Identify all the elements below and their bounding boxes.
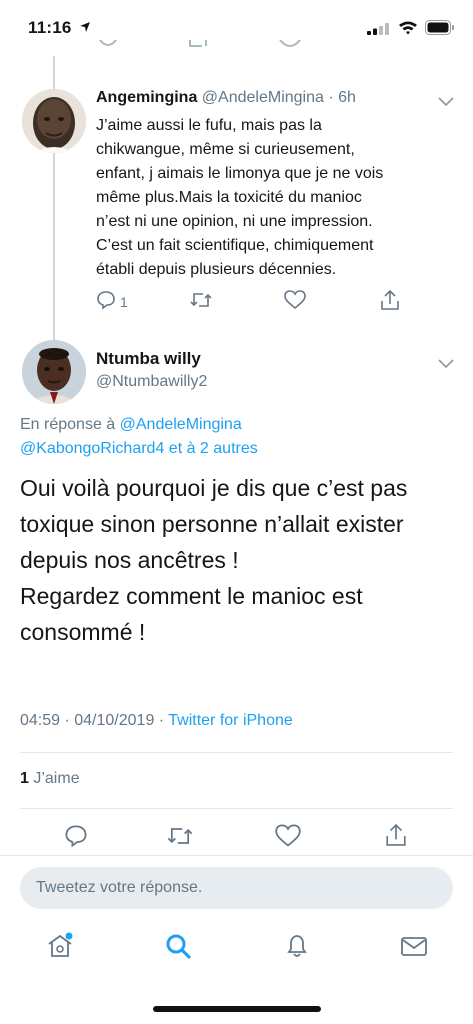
tweet-text-line: toxique sinon personne n’allait exister [20,511,404,537]
share-button[interactable] [385,822,407,851]
author-name[interactable]: Ntumba willy [96,349,201,369]
thread-connector-line [53,152,55,340]
tweet-text: Oui voilà pourquoi je dis que c’est pas … [20,470,460,650]
tweet-text-line: consommé ! [20,619,146,645]
divider [20,808,453,809]
notifications-icon [283,935,311,964]
replying-to-label: En réponse à [20,416,120,433]
reply-composer-bar: Tweetez votre réponse. [0,855,473,917]
cellular-signal-icon [367,22,389,40]
tweet-text-line: depuis nos ancêtres ! [20,547,239,573]
tweet-header: Angemingina @AndeleMingina · 6h [96,89,356,107]
tweet-text-line: Regardez comment le manioc est [20,583,363,609]
tweet-text-line: enfant, j aimais le limonya que je ne vo… [96,165,384,182]
tab-search[interactable] [164,932,192,965]
replying-to: En réponse à @AndeleMingina @KabongoRich… [20,413,258,461]
mention-link[interactable]: @KabongoRichard4 [20,440,164,457]
divider [20,752,453,753]
status-time: 11:16 [28,18,72,37]
tweet-text-line: même plus.Mais la toxicité du manioc [96,189,362,206]
author-handle[interactable]: @AndeleMingina [202,89,324,106]
share-icon [385,822,407,851]
reply-button[interactable] [64,824,88,851]
others-link[interactable]: et à 2 autres [164,440,258,457]
like-button[interactable] [284,290,306,313]
messages-icon [400,937,428,964]
home-indicator[interactable] [153,1006,321,1012]
reply-button[interactable]: 1 [96,290,128,313]
retweet-icon [189,290,213,313]
tweet-source-link[interactable]: Twitter for iPhone [168,712,293,729]
tab-home[interactable] [46,932,74,965]
previous-tweet-actions [90,40,450,54]
heart-icon [284,290,306,313]
search-icon [164,934,192,964]
tweet-text-line: J’aime aussi le fufu, mais pas la [96,117,322,134]
author-name[interactable]: Angemingina [96,89,197,106]
home-icon [46,932,74,964]
chevron-down-icon[interactable] [438,94,454,112]
like-label: J’aime [28,770,80,787]
reply-icon [64,824,88,851]
chevron-down-icon[interactable] [438,356,454,374]
tweet-text-line: n’est ni une opinion, ni une impression. [96,213,373,230]
retweet-button[interactable] [166,824,194,851]
likes-stat[interactable]: 1 J’aime [20,770,80,788]
avatar[interactable] [22,89,86,153]
reply-icon [96,290,116,313]
tweet-text-line: Oui voilà pourquoi je dis que c’est pas [20,475,408,501]
tab-notifications[interactable] [283,932,311,965]
tab-messages[interactable] [400,932,428,965]
retweet-button[interactable] [189,290,213,313]
battery-icon [425,20,455,40]
tweet-text: J’aime aussi le fufu, mais pas la chikwa… [96,114,446,282]
tweet-text-line: chikwangue, même si curieusement, [96,141,355,158]
tweet-text-line: C’est un fait scientifique, chimiquement [96,237,374,254]
reply-input[interactable]: Tweetez votre réponse. [20,867,453,909]
like-button[interactable] [275,824,301,851]
tweet-text-line: établi depuis plusieurs décennies. [96,261,337,278]
mention-link[interactable]: @AndeleMingina [120,416,242,433]
tweet-meta: 04:59 · 04/10/2019 · Twitter for iPhone [20,712,293,730]
like-count: 1 [20,770,29,787]
share-icon [380,289,400,314]
reply-count: 1 [120,293,128,310]
tweet-timestamp: 04:59 · 04/10/2019 · [20,712,169,729]
retweet-icon [166,824,194,851]
avatar[interactable] [22,340,86,404]
tweet-age: · 6h [328,89,356,106]
location-arrow-icon [79,20,91,38]
heart-icon [275,824,301,851]
wifi-icon [398,20,418,40]
share-button[interactable] [380,289,400,314]
author-handle[interactable]: @Ntumbawilly2 [96,373,207,391]
